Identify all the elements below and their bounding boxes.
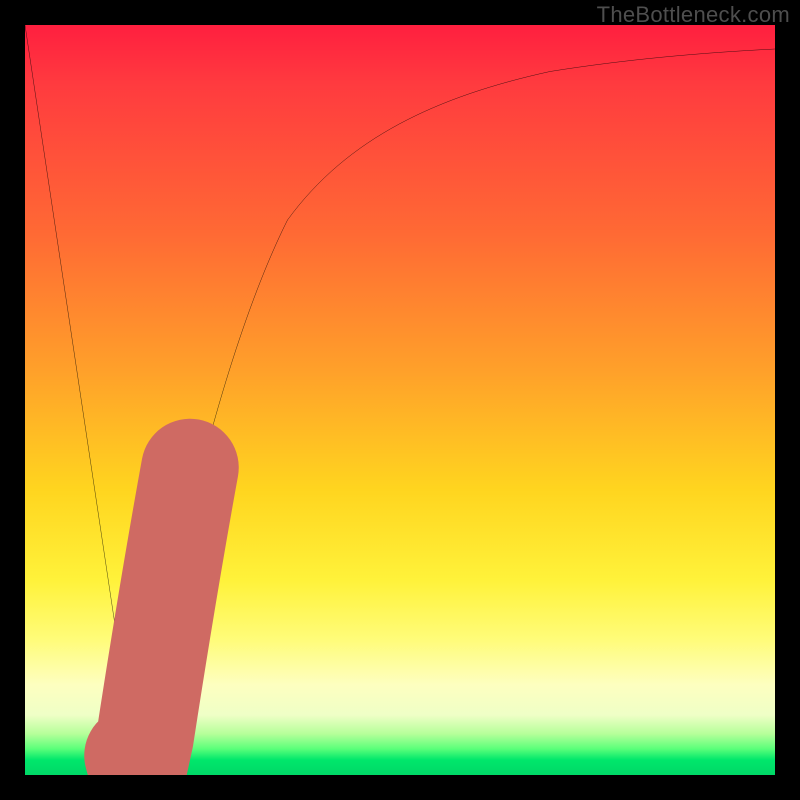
plot-area (25, 25, 775, 775)
chart-stage: TheBottleneck.com (0, 0, 800, 800)
red-highlight (133, 468, 190, 773)
curve-layer (25, 25, 775, 775)
watermark-text: TheBottleneck.com (597, 2, 790, 28)
